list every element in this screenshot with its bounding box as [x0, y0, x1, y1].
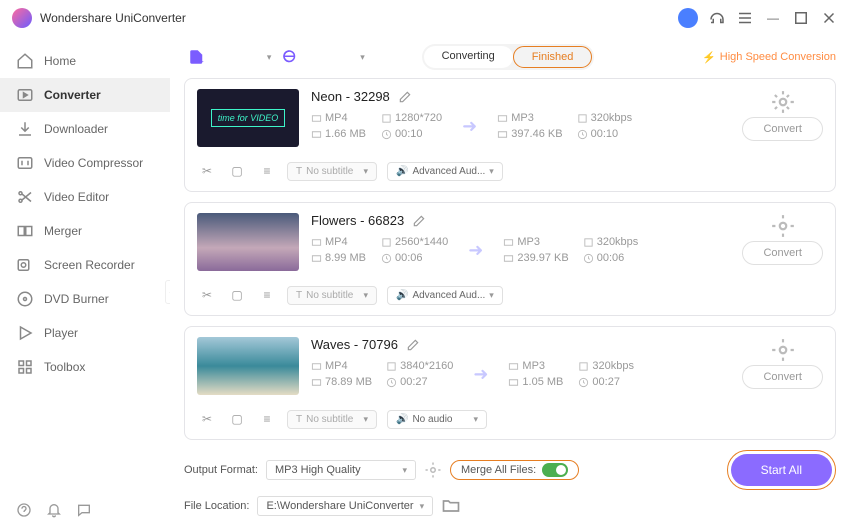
- subtitle-dropdown[interactable]: T No subtitle▾: [287, 162, 377, 181]
- subtitle-dropdown[interactable]: T No subtitle▾: [287, 286, 377, 305]
- sidebar-label: Merger: [44, 224, 82, 238]
- compress-icon: [16, 154, 34, 172]
- sidebar-item-dvd[interactable]: DVD Burner: [0, 282, 170, 316]
- file-title: Flowers - 66823: [311, 213, 404, 228]
- sidebar: Home Converter Downloader Video Compress…: [0, 36, 170, 526]
- record-icon: [16, 256, 34, 274]
- file-card: Flowers - 66823 MP4 8.99 MB 2560*1440 00…: [184, 202, 836, 316]
- output-format-dropdown[interactable]: MP3 High Quality▾: [266, 460, 416, 480]
- file-location-dropdown[interactable]: E:\Wondershare UniConverter▾: [257, 496, 433, 516]
- more-icon[interactable]: ≡: [257, 285, 277, 305]
- sidebar-item-converter[interactable]: Converter: [0, 78, 170, 112]
- merge-files-group: Merge All Files:: [450, 460, 579, 480]
- add-url-chevron-icon[interactable]: ▾: [360, 52, 365, 63]
- arrow-right-icon: ➜: [468, 240, 483, 261]
- more-icon[interactable]: ≡: [257, 409, 277, 429]
- sidebar-item-editor[interactable]: Video Editor: [0, 180, 170, 214]
- add-file-button[interactable]: +: [184, 44, 210, 70]
- start-all-button[interactable]: Start All: [731, 454, 832, 486]
- bolt-icon: ⚡: [702, 51, 716, 64]
- rename-icon[interactable]: [412, 214, 426, 228]
- sidebar-label: DVD Burner: [44, 292, 109, 306]
- high-speed-label: High Speed Conversion: [720, 51, 836, 63]
- help-icon[interactable]: [16, 502, 32, 518]
- sidebar-item-merger[interactable]: Merger: [0, 214, 170, 248]
- play-icon: [16, 324, 34, 342]
- sidebar-label: Video Editor: [44, 190, 109, 204]
- merge-toggle[interactable]: [542, 463, 568, 477]
- crop-icon[interactable]: ▢: [227, 161, 247, 181]
- grid-icon: [16, 358, 34, 376]
- trim-icon[interactable]: ✂: [197, 409, 217, 429]
- user-avatar-icon[interactable]: [678, 8, 698, 28]
- headset-icon[interactable]: [708, 9, 726, 27]
- rename-icon[interactable]: [398, 90, 412, 104]
- feedback-icon[interactable]: [76, 502, 92, 518]
- more-icon[interactable]: ≡: [257, 161, 277, 181]
- trim-icon[interactable]: ✂: [197, 161, 217, 181]
- thumbnail[interactable]: [197, 337, 299, 395]
- add-url-button[interactable]: [277, 44, 303, 70]
- file-location-label: File Location:: [184, 500, 249, 512]
- close-icon[interactable]: [820, 9, 838, 27]
- app-title: Wondershare UniConverter: [40, 11, 678, 25]
- merge-label: Merge All Files:: [461, 464, 536, 476]
- sidebar-label: Player: [44, 326, 78, 340]
- trim-icon[interactable]: ✂: [197, 285, 217, 305]
- sidebar-label: Toolbox: [44, 360, 85, 374]
- convert-button[interactable]: Convert: [742, 365, 823, 389]
- sidebar-label: Screen Recorder: [44, 258, 135, 272]
- sidebar-item-player[interactable]: Player: [0, 316, 170, 350]
- file-card: time for VIDEO Neon - 32298 MP4 1.66 MB …: [184, 78, 836, 192]
- home-icon: [16, 52, 34, 70]
- bell-icon[interactable]: [46, 502, 62, 518]
- download-icon: [16, 120, 34, 138]
- sidebar-label: Video Compressor: [44, 156, 143, 170]
- settings-icon[interactable]: [770, 337, 796, 363]
- convert-button[interactable]: Convert: [742, 241, 823, 265]
- file-title: Neon - 32298: [311, 89, 390, 104]
- thumbnail[interactable]: [197, 213, 299, 271]
- svg-text:+: +: [199, 57, 204, 67]
- sidebar-label: Converter: [44, 88, 101, 102]
- audio-dropdown[interactable]: 🔊 Advanced Aud...▾: [387, 162, 503, 181]
- add-file-chevron-icon[interactable]: ▾: [267, 52, 272, 63]
- audio-dropdown[interactable]: 🔊 Advanced Aud...▾: [387, 286, 503, 305]
- high-speed-button[interactable]: ⚡ High Speed Conversion: [702, 51, 836, 64]
- convert-button[interactable]: Convert: [742, 117, 823, 141]
- sidebar-item-downloader[interactable]: Downloader: [0, 112, 170, 146]
- output-format-label: Output Format:: [184, 464, 258, 476]
- crop-icon[interactable]: ▢: [227, 409, 247, 429]
- thumbnail[interactable]: time for VIDEO: [197, 89, 299, 147]
- sidebar-item-home[interactable]: Home: [0, 44, 170, 78]
- file-title: Waves - 70796: [311, 337, 398, 352]
- sidebar-item-toolbox[interactable]: Toolbox: [0, 350, 170, 384]
- subtitle-dropdown[interactable]: T No subtitle▾: [287, 410, 377, 429]
- disc-icon: [16, 290, 34, 308]
- tab-finished[interactable]: Finished: [513, 46, 593, 68]
- merge-icon: [16, 222, 34, 240]
- output-settings-icon[interactable]: [424, 461, 442, 479]
- scissors-icon: [16, 188, 34, 206]
- arrow-right-icon: ➜: [462, 116, 477, 137]
- file-card: Waves - 70796 MP4 78.89 MB 3840*2160 00:…: [184, 326, 836, 440]
- menu-icon[interactable]: [736, 9, 754, 27]
- audio-dropdown[interactable]: 🔊 No audio▾: [387, 410, 487, 429]
- minimize-icon[interactable]: —: [764, 9, 782, 27]
- sidebar-item-compressor[interactable]: Video Compressor: [0, 146, 170, 180]
- settings-icon[interactable]: [770, 213, 796, 239]
- open-folder-icon[interactable]: [441, 496, 461, 516]
- settings-icon[interactable]: [770, 89, 796, 115]
- tab-converting[interactable]: Converting: [424, 46, 513, 68]
- converter-icon: [16, 86, 34, 104]
- sidebar-label: Home: [44, 54, 76, 68]
- sidebar-label: Downloader: [44, 122, 108, 136]
- crop-icon[interactable]: ▢: [227, 285, 247, 305]
- maximize-icon[interactable]: [792, 9, 810, 27]
- app-logo: [12, 8, 32, 28]
- rename-icon[interactable]: [406, 338, 420, 352]
- arrow-right-icon: ➜: [473, 364, 488, 385]
- sidebar-item-recorder[interactable]: Screen Recorder: [0, 248, 170, 282]
